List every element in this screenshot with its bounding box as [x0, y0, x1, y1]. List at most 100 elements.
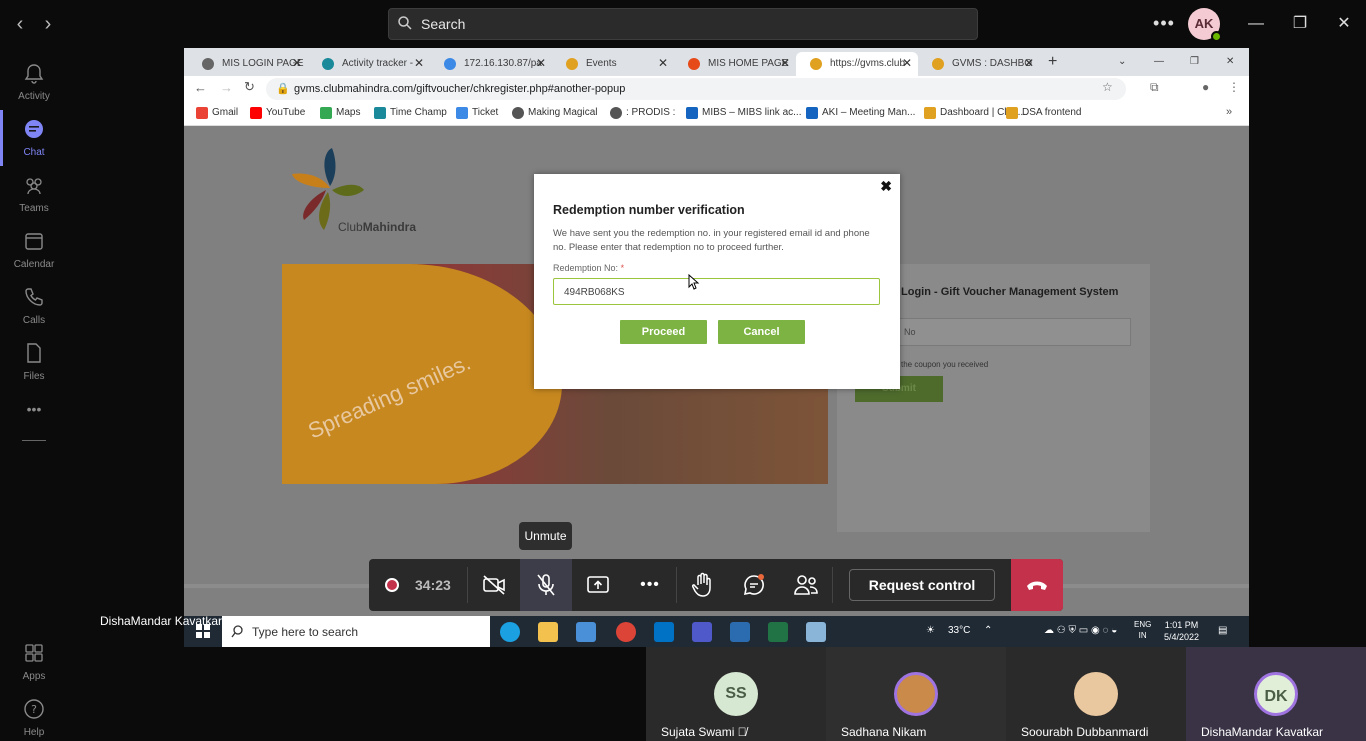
excel-icon[interactable]: [768, 622, 788, 642]
bookmark-dsa[interactable]: DSA frontend: [1006, 107, 1081, 119]
tab-close-icon[interactable]: ✕: [292, 55, 302, 71]
restore-icon[interactable]: ❐: [1186, 52, 1206, 76]
tab-search-icon[interactable]: ⌄: [1114, 52, 1134, 76]
brand-prefix: Club: [338, 220, 363, 234]
rail-more-apps[interactable]: •••: [0, 394, 68, 424]
browser-tab[interactable]: Events ✕: [552, 52, 674, 76]
back-arrow-icon[interactable]: ‹: [10, 12, 30, 36]
clock[interactable]: 1:01 PM 5/4/2022: [1164, 619, 1199, 643]
browser-tab-active[interactable]: https://gvms.club ✕: [796, 52, 918, 76]
clubmahindra-icon: [924, 107, 936, 119]
bookmark-gmail[interactable]: Gmail: [196, 107, 239, 119]
bookmark-maps[interactable]: Maps: [320, 107, 360, 119]
bookmark-mibs[interactable]: MIBS – MIBS link ac...: [686, 107, 801, 119]
minimize-icon[interactable]: —: [1244, 12, 1268, 36]
taskbar-search[interactable]: Type here to search: [222, 616, 490, 647]
request-control-button[interactable]: Request control: [849, 569, 995, 601]
redemption-input[interactable]: 494RB068KS: [553, 278, 880, 305]
bookmark-aki[interactable]: AKI – Meeting Man...: [806, 107, 915, 119]
app-rail: Activity Chat Teams Calendar Calls Files…: [0, 48, 68, 741]
tab-close-icon[interactable]: ✕: [414, 55, 424, 71]
rail-item-activity[interactable]: Activity: [0, 54, 68, 110]
rail-item-calls[interactable]: Calls: [0, 278, 68, 334]
laptop-app-icon[interactable]: [576, 622, 596, 642]
forward-icon[interactable]: →: [220, 80, 233, 95]
rail-item-calendar[interactable]: Calendar: [0, 222, 68, 278]
star-icon[interactable]: ☆: [1102, 80, 1113, 94]
browser-tab[interactable]: MIS HOME PAGE ✕: [674, 52, 796, 76]
participant-tile[interactable]: SS Sujata Swami 🎙̸: [646, 647, 826, 741]
bookmark-youtube[interactable]: YouTube: [250, 107, 305, 119]
rail-item-files[interactable]: Files: [0, 334, 68, 390]
brand-bold: Mahindra: [362, 220, 417, 234]
menu-icon[interactable]: ⋮: [1228, 80, 1240, 94]
tab-close-icon[interactable]: ✕: [902, 55, 912, 71]
address-bar[interactable]: 🔒 gvms.clubmahindra.com/giftvoucher/chkr…: [266, 78, 1126, 100]
lang-bottom: IN: [1138, 631, 1147, 640]
participants-button[interactable]: [780, 559, 832, 611]
reload-icon[interactable]: ↻: [244, 79, 255, 95]
presence-available-icon: [1211, 31, 1222, 42]
bookmark-label: Gmail: [212, 107, 239, 118]
outlook-icon[interactable]: [654, 622, 674, 642]
profile-icon[interactable]: ●: [1202, 80, 1209, 94]
more-options-icon[interactable]: •••: [1152, 12, 1176, 36]
raise-hand-button[interactable]: [676, 559, 728, 611]
camera-off-button[interactable]: [468, 559, 520, 611]
close-icon[interactable]: ✕: [1222, 52, 1242, 76]
search-placeholder: Search: [421, 16, 466, 32]
rail-item-help[interactable]: ? Help: [0, 690, 68, 741]
new-tab-icon[interactable]: +: [1042, 52, 1066, 76]
teams-icon[interactable]: [692, 622, 712, 642]
browser-tab[interactable]: Activity tracker - ✕: [308, 52, 430, 76]
chrome-icon[interactable]: [616, 622, 636, 642]
tab-close-icon[interactable]: ✕: [536, 55, 546, 71]
participant-tile[interactable]: DK DishaMandar Kavatkar: [1186, 647, 1366, 741]
tab-close-icon[interactable]: ✕: [658, 55, 668, 71]
notification-icon[interactable]: ▤: [1218, 625, 1227, 636]
close-icon[interactable]: ✖: [880, 178, 892, 195]
clubmahindra-icon: [566, 58, 578, 70]
participant-name: Sadhana Nikam: [841, 725, 927, 739]
security-shield-icon[interactable]: [730, 622, 750, 642]
shared-screen[interactable]: MIS LOGIN PAGE ✕ Activity tracker - ✕ 172.…: [184, 48, 1249, 647]
clock-date: 5/4/2022: [1164, 632, 1200, 642]
mic-muted-button[interactable]: [520, 559, 572, 611]
more-bookmarks-icon[interactable]: »: [1226, 106, 1232, 118]
file-explorer-icon[interactable]: [538, 622, 558, 642]
chat-button[interactable]: [728, 559, 780, 611]
hang-up-button[interactable]: [1011, 559, 1063, 611]
file-icon: [27, 343, 41, 363]
tray-overflow-icon[interactable]: ⌃: [984, 625, 992, 636]
extensions-icon[interactable]: ⧉: [1150, 80, 1159, 95]
rail-item-chat[interactable]: Chat: [0, 110, 68, 166]
bookmark-ticket[interactable]: Ticket: [456, 107, 498, 119]
rail-label: Activity: [18, 91, 50, 102]
user-avatar[interactable]: AK: [1188, 8, 1222, 42]
bookmark-time-champ[interactable]: Time Champ: [374, 107, 447, 119]
browser-tab[interactable]: GVMS : DASHBO ✕: [918, 52, 1040, 76]
participant-tile[interactable]: Sadhana Nikam: [826, 647, 1006, 741]
rail-item-apps[interactable]: Apps: [0, 634, 68, 690]
search-input[interactable]: Search: [388, 8, 978, 40]
close-icon[interactable]: ✕: [1332, 12, 1356, 36]
edge-icon[interactable]: [500, 622, 520, 642]
forward-arrow-icon[interactable]: ›: [38, 12, 58, 36]
tab-close-icon[interactable]: ✕: [780, 55, 790, 71]
bookmark-making-magical[interactable]: Making Magical: [512, 107, 597, 119]
more-actions-icon[interactable]: •••: [624, 559, 676, 611]
back-icon[interactable]: ←: [194, 80, 207, 95]
browser-tab[interactable]: MIS LOGIN PAGE ✕: [188, 52, 308, 76]
notepad-icon[interactable]: [806, 622, 826, 642]
browser-tab[interactable]: 172.16.130.87/pa ✕: [430, 52, 552, 76]
tab-close-icon[interactable]: ✕: [1024, 55, 1034, 71]
language-indicator[interactable]: ENG IN: [1134, 619, 1151, 641]
bookmark-prodis[interactable]: : PRODIS :: [610, 107, 675, 119]
minimize-icon[interactable]: —: [1150, 52, 1170, 76]
restore-icon[interactable]: ❐: [1288, 12, 1312, 36]
rail-item-teams[interactable]: Teams: [0, 166, 68, 222]
cancel-button[interactable]: Cancel: [718, 320, 805, 344]
participant-tile[interactable]: Soourabh Dubbanmardi: [1006, 647, 1186, 741]
proceed-button[interactable]: Proceed: [620, 320, 707, 344]
share-screen-button[interactable]: [572, 559, 624, 611]
